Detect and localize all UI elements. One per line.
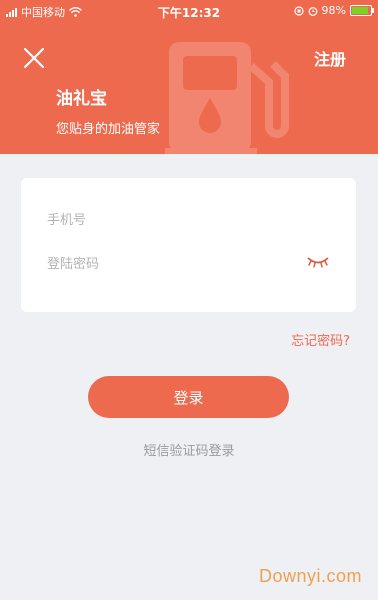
sms-login-link[interactable]: 短信验证码登录	[0, 440, 378, 459]
forgot-password-link[interactable]: 忘记密码?	[291, 330, 350, 349]
password-field	[45, 246, 336, 282]
alarm-icon	[308, 6, 317, 16]
phone-field	[45, 202, 336, 238]
login-card	[21, 178, 356, 312]
watermark: Downyi.com	[258, 566, 362, 586]
status-right: 98%	[293, 4, 374, 17]
battery-icon	[350, 5, 374, 16]
eye-closed-icon[interactable]	[306, 255, 330, 269]
fuel-pump-icon	[165, 42, 289, 154]
battery-percent: 98%	[321, 4, 346, 17]
status-bar: 中国移动 下午12:32 98%	[0, 0, 378, 22]
login-button[interactable]: 登录	[88, 376, 289, 418]
password-input[interactable]	[45, 255, 336, 273]
phone-input[interactable]	[45, 211, 336, 229]
close-icon[interactable]	[20, 44, 48, 72]
header: 注册 油礼宝 您贴身的加油管家	[0, 22, 378, 154]
orientation-lock-icon	[293, 5, 304, 16]
register-button[interactable]: 注册	[314, 46, 346, 70]
app-subtitle: 您贴身的加油管家	[56, 122, 161, 137]
app-title: 油礼宝	[56, 89, 107, 109]
